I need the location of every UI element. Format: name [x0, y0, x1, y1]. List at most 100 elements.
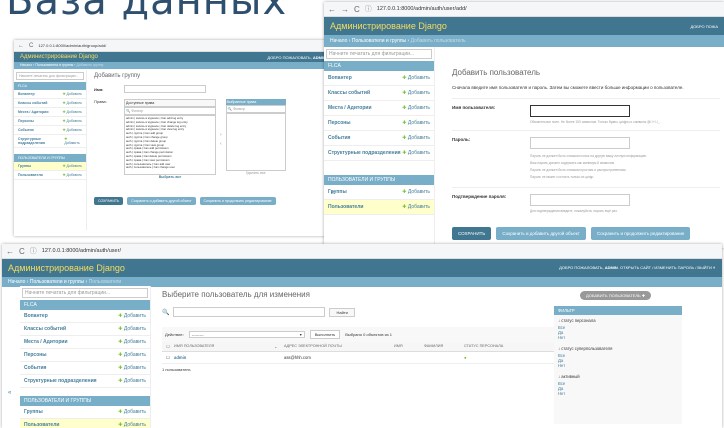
arrow-right-icon[interactable]: ›: [220, 132, 222, 138]
back-arrow-icon[interactable]: ←: [18, 43, 24, 49]
action-select[interactable]: --------- ▾: [188, 331, 305, 338]
sidebar-item[interactable]: Места / АдиторииДобавить: [324, 101, 434, 116]
reload-icon[interactable]: C: [19, 247, 25, 256]
search-input[interactable]: [173, 307, 326, 317]
filter-option[interactable]: Нет: [558, 363, 678, 368]
site-brand[interactable]: Администрирование Django: [330, 21, 447, 31]
sidebar-item[interactable]: СобытияДобавить: [20, 362, 150, 375]
save-continue-button[interactable]: Сохранить и продолжить редактирование: [199, 197, 276, 205]
sidebar-item[interactable]: Места / АдиторииДобавить: [14, 108, 86, 117]
sidebar-item[interactable]: Структурные подразделенияДобавить: [14, 135, 86, 148]
save-button[interactable]: СОХРАНИТЬ: [452, 227, 492, 240]
list-item[interactable]: auth | пользователь | Can change user: [126, 166, 214, 170]
chosen-filter[interactable]: 🔍 Фильтр: [225, 105, 286, 113]
choose-all-link[interactable]: Выбрать все: [124, 175, 216, 179]
move-arrows[interactable]: › ‹: [220, 99, 222, 179]
sidebar-item[interactable]: ВопантерДобавить: [20, 310, 150, 323]
sidebar-item[interactable]: ПерсоныДобавить: [14, 117, 86, 126]
sidebar-item[interactable]: ПользователиДобавить: [20, 419, 150, 428]
crumb-app[interactable]: Пользователи и группы: [35, 63, 73, 67]
filter-group-title[interactable]: ↓ активный: [558, 374, 678, 379]
sidebar-item[interactable]: Классы событийДобавить: [20, 323, 150, 336]
sidebar-item[interactable]: Структурные подразделенияДобавить: [324, 146, 434, 161]
back-arrow-icon[interactable]: ←: [328, 5, 336, 14]
sidebar-item[interactable]: ПерсоныДобавить: [20, 349, 150, 362]
username-input[interactable]: [530, 105, 630, 117]
module-caption-auth[interactable]: ПОЛЬЗОВАТЕЛИ И ГРУППЫ: [14, 154, 86, 162]
site-brand[interactable]: Администрирование Django: [20, 54, 98, 60]
crumb-app[interactable]: Пользователи и группы: [352, 38, 406, 44]
sidebar-item[interactable]: СобытияДобавить: [14, 126, 86, 135]
filter-group-title[interactable]: ↓ статус суперпользователя: [558, 346, 678, 351]
sidebar-collapse-icon[interactable]: «: [8, 390, 11, 396]
crumb-home[interactable]: Начало: [330, 38, 347, 44]
module-caption-auth[interactable]: ПОЛЬЗОВАТЕЛИ И ГРУППЫ: [20, 396, 150, 406]
available-filter[interactable]: 🔍 Фильтр: [124, 107, 216, 115]
sidebar-item[interactable]: Классы событийДобавить: [14, 99, 86, 108]
sidebar-item[interactable]: Места / АдиторииДобавить: [20, 336, 150, 349]
sidebar-item[interactable]: ГруппыДобавить: [324, 185, 434, 200]
row-checkbox[interactable]: ☐: [162, 355, 174, 360]
name-input[interactable]: [124, 85, 206, 93]
browser-toolbar: ← → C ⓘ 127.0.0.1:8000/admin/auth/user/a…: [324, 2, 724, 17]
save-button[interactable]: СОХРАНИТЬ: [94, 197, 124, 205]
nav-filter-input[interactable]: Начните печатать для фильтрации...: [22, 288, 148, 298]
reload-icon[interactable]: C: [29, 43, 33, 49]
sidebar-item[interactable]: СобытияДобавить: [324, 131, 434, 146]
column-header[interactable]: ИМЯ: [394, 344, 424, 349]
column-header[interactable]: ИМЯ ПОЛЬЗОВАТЕЛЯ: [174, 344, 274, 349]
sidebar-item[interactable]: ГруппыДобавить: [20, 406, 150, 419]
sidebar-item[interactable]: Классы событийДобавить: [324, 86, 434, 101]
available-list[interactable]: admin | запись в журнале | Can add log e…: [124, 115, 216, 175]
forward-arrow-icon[interactable]: →: [341, 5, 349, 14]
nav-filter-input[interactable]: Начните печатать для фильтрации...: [16, 72, 84, 80]
address-bar[interactable]: 127.0.0.1:8000/admin/auth/user/add/: [377, 6, 467, 12]
theme-toggle-icon[interactable]: ◐: [713, 265, 716, 271]
filter-group-title[interactable]: ↓ статус персонала: [558, 318, 678, 323]
sidebar-item[interactable]: ПользователиДобавить: [324, 200, 434, 215]
module-caption-flca[interactable]: FLCA: [14, 82, 86, 90]
back-arrow-icon[interactable]: ←: [6, 247, 14, 256]
address-bar[interactable]: 127.0.0.1:8000/admin/auth/user/: [42, 248, 121, 254]
password-input[interactable]: [530, 137, 630, 149]
save-add-button[interactable]: Сохранить и добавить другой объект: [127, 197, 196, 205]
save-continue-button[interactable]: Сохранить и продолжить редактирование: [590, 227, 691, 240]
sidebar-item[interactable]: ПерсоныДобавить: [324, 116, 434, 131]
user-tools: ДОБРО ПОЖАЛОВАТЬ, ADMIN. ОТКРЫТЬ САЙТ / …: [559, 265, 716, 271]
confirm-input[interactable]: [530, 194, 630, 206]
nav-filter-input[interactable]: Начните печатать для фильтрации...: [326, 49, 432, 59]
module-caption-auth[interactable]: ПОЛЬЗОВАТЕЛИ И ГРУППЫ: [324, 175, 434, 185]
column-header[interactable]: СТАТУС ПЕРСОНАЛА: [464, 344, 534, 349]
arrow-left-icon[interactable]: ‹: [220, 141, 222, 147]
crumb-home[interactable]: Начало: [8, 279, 25, 285]
sidebar-item[interactable]: ВопантерДобавить: [324, 71, 434, 86]
select-all-checkbox[interactable]: ☐: [162, 344, 174, 349]
reload-icon[interactable]: C: [354, 5, 360, 14]
crumb-app[interactable]: Пользователи и группы: [30, 279, 84, 285]
filter-option[interactable]: Нет: [558, 391, 678, 396]
run-action-button[interactable]: Выполнить: [309, 330, 341, 339]
sidebar-item[interactable]: Структурные подразделенияДобавить: [20, 375, 150, 388]
filter-option[interactable]: Нет: [558, 335, 678, 340]
sort-icon[interactable]: ⌄: [274, 344, 284, 349]
sidebar-item[interactable]: ГруппыДобавить: [14, 162, 86, 171]
sidebar-collapse-icon[interactable]: «: [331, 190, 334, 196]
sidebar-item[interactable]: ПользователиДобавить: [14, 171, 86, 180]
user-tools-links[interactable]: ОТКРЫТЬ САЙТ / ИЗМЕНИТЬ ПАРОЛЬ / ВЫЙТИ: [620, 265, 712, 270]
crumb-home[interactable]: Начало: [20, 63, 32, 67]
module-caption-flca[interactable]: FLCA: [324, 61, 434, 71]
chosen-list[interactable]: [225, 113, 286, 171]
site-brand[interactable]: Администрирование Django: [8, 263, 125, 273]
add-user-button[interactable]: ДОБАВИТЬ ПОЛЬЗОВАТЕЛЬ ✚: [580, 291, 652, 300]
column-header[interactable]: ФАМИЛИЯ: [424, 344, 464, 349]
module-caption-flca[interactable]: FLCA: [20, 300, 150, 310]
address-bar[interactable]: 127.0.0.1:8000/admin/auth/group/add/: [38, 43, 106, 48]
column-header[interactable]: АДРЕС ЭЛЕКТРОННОЙ ПОЧТЫ: [284, 344, 394, 349]
search-bar: 🔍 Найти: [162, 307, 554, 317]
breadcrumb: Начало › Пользователи и группы › Добавит…: [324, 35, 724, 47]
save-add-button[interactable]: Сохранить и добавить другой объект: [496, 227, 586, 240]
search-button[interactable]: Найти: [329, 307, 355, 317]
sidebar-item[interactable]: ВопантерДобавить: [14, 90, 86, 99]
remove-all-link[interactable]: Удалить все: [226, 171, 286, 175]
username-link[interactable]: admin: [174, 355, 284, 360]
